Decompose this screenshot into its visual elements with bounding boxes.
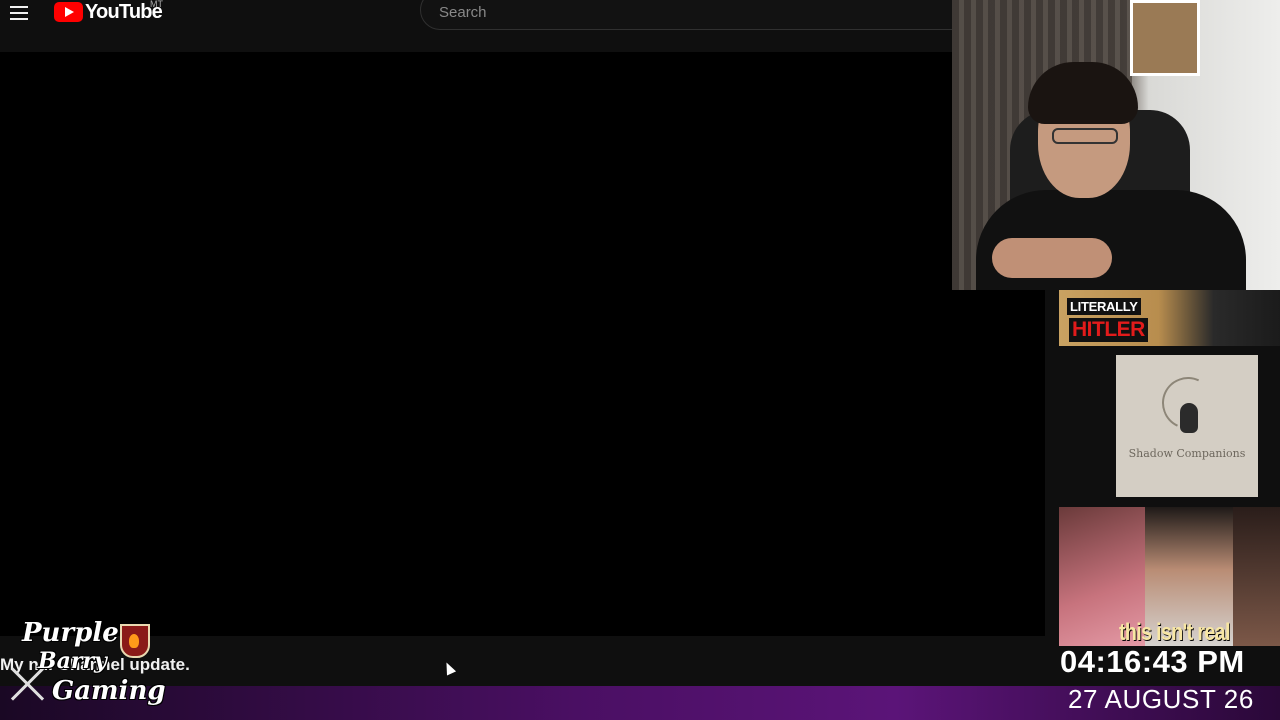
thumbnail-2-brand: Shadow Companions [1128, 447, 1246, 460]
streamer-hand [992, 238, 1112, 278]
masthead: YouTube MT [0, 0, 980, 50]
clock-date: 27 AUGUST 26 [1068, 684, 1254, 714]
thumbnail-3[interactable]: this isn't real [1059, 507, 1280, 646]
clock-time: 04:16:43 PM [1060, 644, 1245, 679]
video-player[interactable] [0, 52, 1045, 636]
thumbnail-1-label-top: LITERALLY [1067, 298, 1141, 315]
wall-picture [1130, 0, 1200, 76]
youtube-logo[interactable]: YouTube MT [54, 0, 163, 23]
thumbnail-2[interactable]: Shadow Companions [1116, 355, 1258, 497]
channel-logo-line3: Gaming [52, 676, 166, 706]
menu-icon[interactable] [8, 2, 30, 22]
thumbnail-3-panel-3 [1233, 507, 1280, 646]
channel-logo-overlay: Purple Barry Gaming [8, 618, 168, 714]
cat-icon [1180, 403, 1198, 433]
thumbnail-1-label-bottom: HITLER [1069, 318, 1148, 342]
webcam-overlay [952, 0, 1280, 290]
thumbnail-3-caption: this isn't real [1119, 619, 1230, 646]
shield-icon [120, 624, 150, 658]
search-box[interactable] [420, 0, 980, 30]
thumbnail-1[interactable]: LITERALLY HITLER [1059, 290, 1280, 346]
channel-logo-line1: Purple [22, 618, 119, 648]
search-input[interactable] [437, 3, 921, 22]
country-code: MT [150, 0, 163, 9]
play-logo-icon [54, 2, 83, 22]
channel-logo-line2: Barry [38, 648, 107, 674]
glasses-icon [1052, 128, 1118, 144]
